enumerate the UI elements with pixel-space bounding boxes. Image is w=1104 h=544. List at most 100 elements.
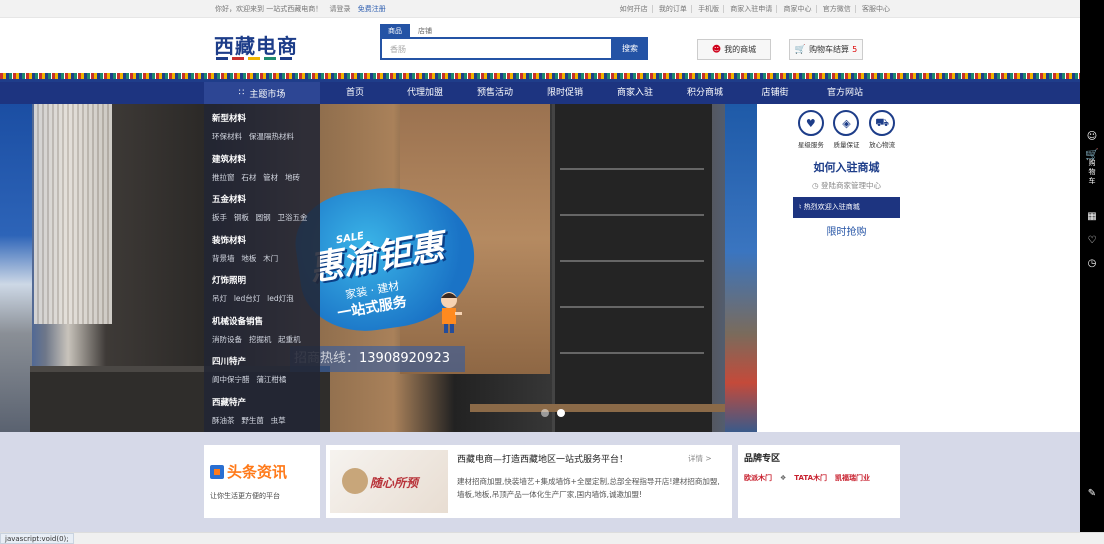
top-link-wechat[interactable]: 官方微信 [818,5,856,13]
category-subs: 环保材料 保温隔热材料 [212,128,312,142]
category-title[interactable]: 新型材料 [212,104,312,124]
category-tibet-specialty[interactable]: 西藏特产 酥油茶 野生菌 虫草 [204,388,320,429]
top-link-mobile[interactable]: 手机版 [694,5,725,13]
category-building-materials[interactable]: 建筑材料 推拉窗 石材 管材 地砖 [204,145,320,186]
top-link-merchant-center[interactable]: 商家中心 [779,5,817,13]
top-link-support[interactable]: 客服中心 [858,5,894,13]
nav-item-points-mall[interactable]: 积分商城 [670,82,740,104]
nav-item-presale[interactable]: 预售活动 [460,82,530,104]
subcategory-link[interactable]: 石材 [241,173,256,182]
nav-item-flash-sale[interactable]: 限时促销 [530,82,600,104]
promo-image[interactable]: 随心所预 [330,450,448,513]
brand-logo-kaifurui[interactable]: 凯福瑞门业 [835,473,870,483]
subcategory-link[interactable]: 环保材料 [212,132,242,141]
category-new-materials[interactable]: 新型材料 环保材料 保温隔热材料 [204,104,320,145]
subcategory-link[interactable]: 地砖 [285,173,300,182]
service-label: 质量保证 [833,141,860,149]
category-decoration[interactable]: 装饰材料 背景墙 地板 木门 [204,226,320,267]
subcategory-link[interactable]: 虫草 [271,416,286,425]
category-title[interactable]: 装饰材料 [212,226,312,246]
category-machinery[interactable]: 机械设备销售 消防设备 挖掘机 起重机 [204,307,320,348]
category-title[interactable]: 灯饰照明 [212,266,312,286]
category-title[interactable]: 四川特产 [212,347,312,367]
search-tab-products[interactable]: 商品 [380,24,410,38]
category-sichuan-specialty[interactable]: 四川特产 阆中保宁醋 蒲江柑橘 [204,347,320,388]
nav-item-merchant-join[interactable]: 商家入驻 [600,82,670,104]
service-logistics[interactable]: ⛟ 放心物流 [867,110,897,149]
subcategory-link[interactable]: 挖掘机 [249,335,272,344]
subcategory-link[interactable]: 管材 [263,173,278,182]
category-subs: 吊灯 led台灯 led灯泡 [212,290,312,304]
subcategory-link[interactable]: 卫浴五金 [277,213,307,222]
top-link-merchant-apply[interactable]: 商家入驻申请 [726,5,778,13]
join-title[interactable]: 如何入驻商城 [793,159,900,175]
heart-icon[interactable]: ♡ [1080,235,1104,246]
subcategory-link[interactable]: 阆中保宁醋 [212,375,250,384]
subcategory-link[interactable]: led灯泡 [267,294,293,303]
brand-logo-oppein[interactable]: 欧派木门 [744,473,772,483]
search-input[interactable]: 香肠 [380,37,613,60]
subcategory-link[interactable]: 扳手 [212,213,227,222]
promo-card[interactable]: 随心所预 西藏电商—打造西藏地区一站式服务平台！ 详情 > 建材招商加盟,快装墙… [326,445,732,518]
grid-icon: ∷ [238,88,245,98]
category-title[interactable]: 机械设备销售 [212,307,312,327]
subcategory-link[interactable]: 野生菌 [241,416,264,425]
promo-details-link[interactable]: 详情 > [688,453,712,464]
category-hardware[interactable]: 五金材料 扳手 钢板 圆钢 卫浴五金 [204,185,320,226]
merchant-login-link[interactable]: ◷ 登陆商家管理中心 [793,180,900,191]
brand-logo-2[interactable]: ❖ [780,474,786,482]
cart-button[interactable]: 🛒 购物车结算 5 [789,39,863,60]
carousel-dot-2[interactable] [557,409,565,417]
subcategory-link[interactable]: 钢板 [234,213,249,222]
service-star[interactable]: ♥ 星级服务 [796,110,826,149]
login-link[interactable]: 请登录 [329,5,350,13]
shield-icon: ◈ [833,110,860,136]
search-button[interactable]: 搜索 [612,37,648,60]
subcategory-link[interactable]: 圆钢 [256,213,271,222]
subcategory-link[interactable]: 吊灯 [212,294,227,303]
user-icon[interactable]: ☺ [1080,131,1104,142]
subcategory-link[interactable]: led台灯 [234,294,260,303]
subcategory-link[interactable]: 起重机 [278,335,301,344]
user-icon: ☻ [711,44,722,55]
category-lighting[interactable]: 灯饰照明 吊灯 led台灯 led灯泡 [204,266,320,307]
top-link-my-orders[interactable]: 我的订单 [654,5,692,13]
sidebar-cart-label-2: 物 [1088,168,1096,176]
promo-title[interactable]: 西藏电商—打造西藏地区一站式服务平台！ [457,452,628,465]
flash-sale-title[interactable]: 限时抢购 [793,223,900,238]
carousel-dot-1[interactable] [541,409,549,417]
subcategory-link[interactable]: 酥油茶 [212,416,235,425]
subcategory-link[interactable]: 消防设备 [212,335,242,344]
category-title[interactable]: 西藏特产 [212,388,312,408]
my-mall-button[interactable]: ☻ 我的商城 [697,39,771,60]
nav-item-home[interactable]: 首页 [320,82,390,104]
top-link-open-shop[interactable]: 如何开店 [615,5,653,13]
register-link[interactable]: 免费注册 [358,5,386,13]
subcategory-link[interactable]: 木门 [263,254,278,263]
nav-item-official-site[interactable]: 官方网站 [810,82,880,104]
subcategory-link[interactable]: 推拉窗 [212,173,235,182]
subcategory-link[interactable]: 保温隔热材料 [249,132,294,141]
subcategory-link[interactable]: 蒲江柑橘 [256,375,286,384]
edit-pen-icon[interactable]: ✎ [1080,488,1104,499]
category-menu-label: 主题市场 [249,89,286,100]
service-label: 星级服务 [797,141,824,149]
brand-logo-tata[interactable]: TATA木门 [794,473,827,483]
subcategory-link[interactable]: 背景墙 [212,254,235,263]
news-logo: 头条资讯 [210,461,287,482]
history-clock-icon[interactable]: ◷ [1080,258,1104,269]
qrcode-icon[interactable]: ▦ [1080,211,1104,222]
truck-icon: ⛟ [869,110,896,136]
sidebar-cart[interactable]: 🛒 购 物 车 [1080,149,1104,186]
category-title[interactable]: 五金材料 [212,185,312,205]
nav-item-shop-street[interactable]: 店铺街 [740,82,810,104]
nav-item-franchise[interactable]: 代理加盟 [390,82,460,104]
news-card[interactable]: 头条资讯 让你生活更方便的平台 [204,445,320,518]
search-tab-shops[interactable]: 店铺 [410,24,440,38]
category-title[interactable]: 建筑材料 [212,145,312,165]
subcategory-link[interactable]: 地板 [241,254,256,263]
category-menu-toggle[interactable]: ∷ 主题市场 [204,82,320,104]
service-quality[interactable]: ◈ 质量保证 [831,110,861,149]
site-logo[interactable]: 西藏电商 [214,30,298,59]
top-bar: 你好，欢迎来到 一站式西藏电商！ 请登录 免费注册 如何开店 我的订单 手机版 … [0,0,1080,18]
